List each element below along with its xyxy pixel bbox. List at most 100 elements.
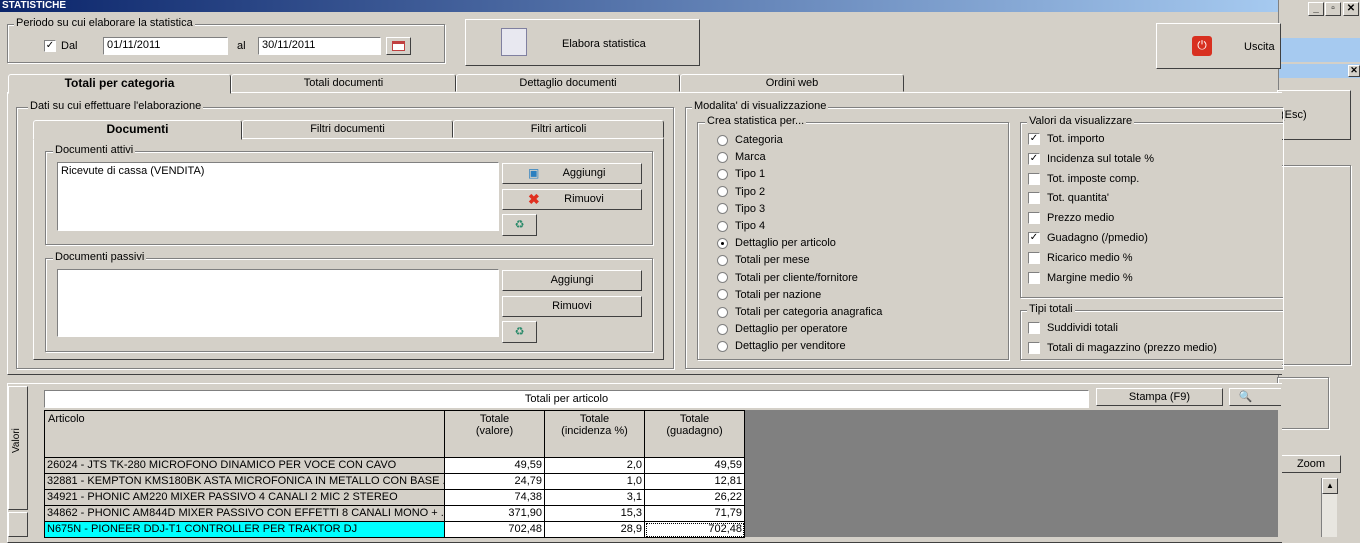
valori-checkbox[interactable]: Tot. quantita'	[1028, 192, 1109, 205]
column-header[interactable]: Totale (incidenza %)	[545, 410, 645, 458]
table-cell[interactable]: 34862 - PHONIC AM844D MIXER PASSIVO CON …	[44, 506, 445, 522]
zoom-icon-button[interactable]: 🔍	[1229, 388, 1281, 406]
calendar-button[interactable]	[386, 37, 411, 55]
tab-ordini-web[interactable]: Ordini web	[680, 74, 904, 92]
radio-option[interactable]: Tipo 1	[717, 168, 765, 180]
table-cell[interactable]: 371,90	[445, 506, 545, 522]
bg-close-icon[interactable]: ✕	[1348, 65, 1360, 77]
zoom-button[interactable]: Zoom	[1281, 455, 1341, 473]
passivi-remove-button[interactable]: Rimuovi	[502, 296, 642, 317]
checkbox-icon[interactable]	[1028, 322, 1040, 334]
radio-option[interactable]: Tipo 4	[717, 220, 765, 232]
table-cell[interactable]: 15,3	[545, 506, 645, 522]
radio-option[interactable]: Totali per cliente/fornitore	[717, 272, 858, 284]
tipi-checkbox[interactable]: Suddividi totali	[1028, 322, 1118, 334]
table-cell[interactable]: 702,48	[645, 522, 745, 538]
radio-icon[interactable]	[717, 237, 728, 249]
passivi-add-button[interactable]: Aggiungi	[502, 270, 642, 291]
radio-icon[interactable]	[717, 254, 728, 266]
table-cell[interactable]: 12,81	[645, 474, 745, 490]
checkbox-icon[interactable]	[1028, 271, 1040, 284]
radio-icon[interactable]	[717, 151, 728, 163]
checkbox-icon[interactable]: ✓	[1028, 152, 1040, 165]
table-cell[interactable]: 26,22	[645, 490, 745, 506]
table-cell[interactable]: 26024 - JTS TK-280 MICROFONO DINAMICO PE…	[44, 458, 445, 474]
radio-option[interactable]: Categoria	[717, 134, 783, 146]
checkbox-icon[interactable]	[1028, 192, 1040, 205]
esc-button[interactable]: (Esc)	[1277, 90, 1351, 140]
table-cell[interactable]: 34921 - PHONIC AM220 MIXER PASSIVO 4 CAN…	[44, 490, 445, 506]
checkbox-icon[interactable]: ✓	[1028, 133, 1040, 145]
table-cell[interactable]: 32881 - KEMPTON KMS180BK ASTA MICROFONIC…	[44, 474, 445, 490]
radio-option[interactable]: Dettaglio per venditore	[717, 340, 846, 352]
al-input[interactable]: 30/11/2011	[258, 37, 381, 55]
radio-option[interactable]: Tipo 2	[717, 186, 765, 198]
table-cell[interactable]: 28,9	[545, 522, 645, 538]
scroll-up-icon[interactable]: ▲	[1322, 478, 1338, 494]
column-header[interactable]: Totale (guadagno)	[645, 410, 745, 458]
dal-input[interactable]: 01/11/2011	[103, 37, 228, 55]
subtab-documenti[interactable]: Documenti	[33, 120, 242, 140]
radio-icon[interactable]	[717, 323, 728, 335]
attivi-remove-button[interactable]: ✖ Rimuovi	[502, 189, 642, 210]
checkbox-icon[interactable]: ✓	[1028, 232, 1040, 244]
attivi-add-button[interactable]: ▣ Aggiungi	[502, 163, 642, 184]
radio-icon[interactable]	[717, 168, 728, 180]
radio-icon[interactable]	[717, 134, 728, 146]
subtab-filtri-articoli[interactable]: Filtri articoli	[453, 120, 664, 138]
tab-dettaglio-documenti[interactable]: Dettaglio documenti	[456, 74, 680, 92]
table-cell[interactable]: 2,0	[545, 458, 645, 474]
table-cell[interactable]: 3,1	[545, 490, 645, 506]
valori-checkbox[interactable]: ✓ Incidenza sul totale %	[1028, 152, 1154, 165]
column-header[interactable]: Totale (valore)	[445, 410, 545, 458]
table-cell[interactable]: 71,79	[645, 506, 745, 522]
table-cell[interactable]: 49,59	[645, 458, 745, 474]
radio-icon[interactable]	[717, 289, 728, 301]
column-header[interactable]: Articolo	[44, 410, 445, 458]
radio-icon[interactable]	[717, 203, 728, 215]
restore-button[interactable]: ▫	[1325, 2, 1341, 16]
minimize-button[interactable]: _	[1308, 2, 1324, 16]
table-cell[interactable]: 24,79	[445, 474, 545, 490]
radio-icon[interactable]	[717, 220, 728, 232]
dal-checkbox[interactable]: ✓	[44, 40, 56, 52]
table-cell[interactable]: 49,59	[445, 458, 545, 474]
passivi-list[interactable]	[57, 269, 499, 337]
radio-option[interactable]: Marca	[717, 151, 766, 163]
radio-icon[interactable]	[717, 306, 728, 318]
table-cell[interactable]: 74,38	[445, 490, 545, 506]
elabora-button[interactable]: Elabora statistica	[465, 19, 700, 66]
radio-icon[interactable]	[717, 340, 728, 352]
radio-option[interactable]: Dettaglio per operatore	[717, 323, 848, 335]
table-cell[interactable]: N675N - PIONEER DDJ-T1 CONTROLLER PER TR…	[44, 522, 445, 538]
radio-option[interactable]: Totali per mese	[717, 254, 810, 266]
passivi-trash-button[interactable]: ♻	[502, 321, 537, 343]
table-cell[interactable]: 702,48	[445, 522, 545, 538]
valori-checkbox[interactable]: Ricarico medio %	[1028, 251, 1133, 264]
checkbox-icon[interactable]	[1028, 251, 1040, 264]
radio-icon[interactable]	[717, 186, 728, 198]
subtab-filtri-documenti[interactable]: Filtri documenti	[242, 120, 453, 138]
checkbox-icon[interactable]	[1028, 341, 1040, 354]
scrollbar[interactable]: ▲	[1321, 478, 1338, 537]
valori-checkbox[interactable]: Tot. imposte comp.	[1028, 172, 1139, 185]
stampa-button[interactable]: Stampa (F9)	[1096, 388, 1223, 406]
radio-icon[interactable]	[717, 272, 728, 284]
tipi-checkbox[interactable]: Totali di magazzino (prezzo medio)	[1028, 341, 1217, 354]
tab-totali-categoria[interactable]: Totali per categoria	[8, 74, 231, 94]
uscita-button[interactable]: ⏻ Uscita	[1156, 23, 1281, 69]
checkbox-icon[interactable]	[1028, 172, 1040, 185]
radio-option[interactable]: Totali per categoria anagrafica	[717, 306, 882, 318]
close-button[interactable]: ✕	[1343, 2, 1359, 16]
list-item[interactable]: Ricevute di cassa (VENDITA)	[61, 165, 495, 177]
radio-option[interactable]: Dettaglio per articolo	[717, 237, 836, 249]
attivi-trash-button[interactable]: ♻	[502, 214, 537, 236]
radio-option[interactable]: Totali per nazione	[717, 289, 821, 301]
valori-checkbox[interactable]: Prezzo medio	[1028, 212, 1114, 225]
valori-checkbox[interactable]: Margine medio %	[1028, 271, 1133, 284]
valori-checkbox[interactable]: ✓ Guadagno (/pmedio)	[1028, 232, 1148, 244]
table-cell[interactable]: 1,0	[545, 474, 645, 490]
attivi-list[interactable]: Ricevute di cassa (VENDITA)	[57, 162, 499, 231]
tab-side-2[interactable]	[8, 512, 28, 537]
radio-option[interactable]: Tipo 3	[717, 203, 765, 215]
